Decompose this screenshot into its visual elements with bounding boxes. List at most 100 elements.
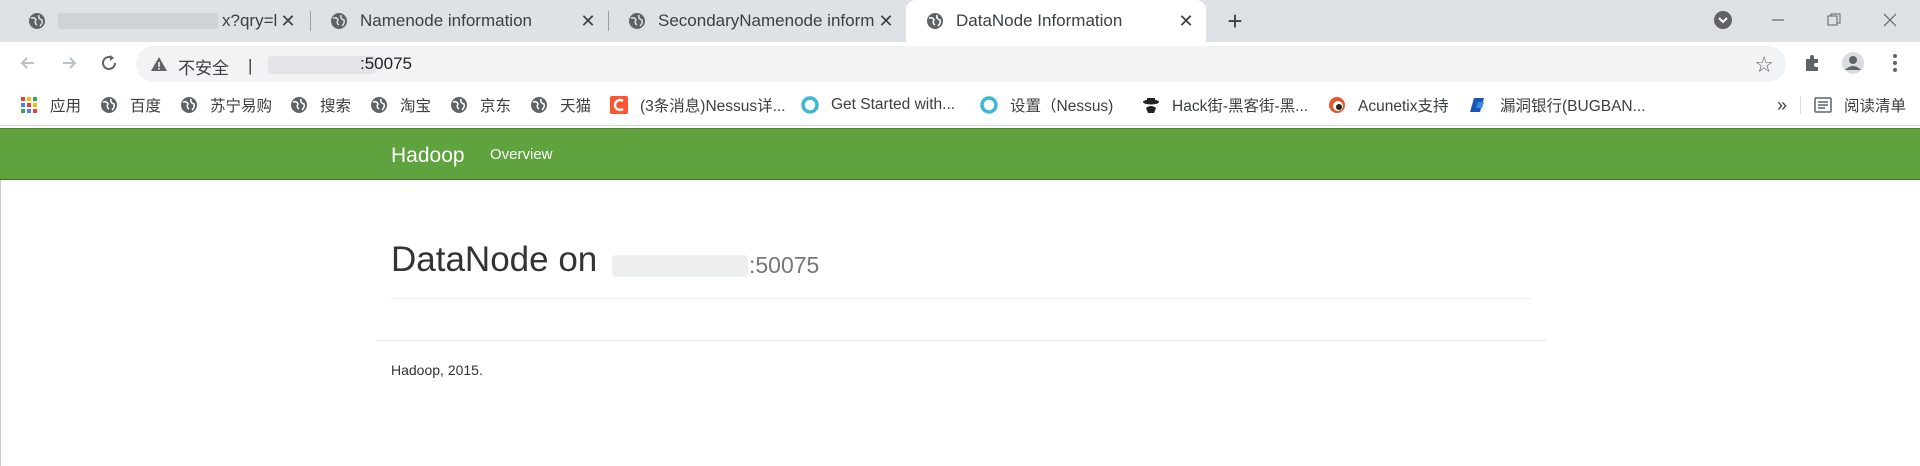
bookmark-get-started[interactable]: Get Started with... (801, 95, 955, 115)
globe-icon (101, 97, 117, 113)
bookmark-label: 天猫 (560, 98, 592, 115)
kebab-menu-icon (1893, 54, 1897, 72)
acunetix-icon (1329, 97, 1345, 113)
globe-icon (927, 13, 943, 29)
reading-list-button[interactable]: 阅读清单 (1814, 95, 1906, 115)
datanode-port: :50075 (749, 252, 820, 278)
bookmark-star-icon[interactable]: ☆ (1754, 52, 1774, 78)
globe-icon (451, 97, 467, 113)
bookmark-label: 应用 (50, 98, 82, 115)
arrow-right-icon (63, 57, 77, 69)
chevron-down-icon (1714, 11, 1732, 29)
tab-title: SecondaryNamenode information (658, 11, 874, 30)
bookmark-search[interactable]: 搜索 (290, 95, 351, 115)
globe-icon (371, 97, 387, 113)
restore-button[interactable] (1814, 6, 1854, 36)
globe-icon (629, 13, 645, 29)
restore-icon (1827, 13, 1841, 26)
csdn-icon (610, 96, 628, 114)
address-separator: | (248, 56, 253, 75)
new-tab-button[interactable]: + (1222, 8, 1248, 34)
tab-title: DataNode Information (956, 11, 1123, 30)
globe-icon (291, 97, 307, 113)
bookmark-label: (3条消息)Nessus详... (640, 98, 786, 115)
tab-datanode[interactable]: DataNode Information ✕ (906, 0, 1206, 42)
footer-divider (376, 340, 1546, 341)
blurred-tab-text (58, 13, 218, 29)
page-title: DataNode on (391, 240, 598, 279)
bookmarks-divider (1800, 96, 1801, 114)
page-footer: Hadoop, 2015. (391, 362, 483, 378)
security-label: 不安全 (178, 59, 229, 78)
reload-icon (102, 55, 116, 70)
tab-secondary-namenode[interactable]: SecondaryNamenode information ✕ (608, 0, 906, 42)
bookmark-acunetix[interactable]: Acunetix支持 (1328, 95, 1448, 115)
bookmark-label: 苏宁易购 (210, 98, 273, 115)
apps-grid-icon (21, 97, 37, 113)
globe-icon (29, 13, 45, 29)
title-divider (391, 298, 1532, 299)
bookmark-apps[interactable]: 应用 (20, 95, 81, 115)
bookmark-bugbank[interactable]: 漏洞银行(BUGBAN... (1470, 95, 1646, 115)
profile-button[interactable] (1840, 50, 1866, 76)
tab-title: x?qry=l (222, 11, 278, 30)
bookmarks-bar: 应用 百度 苏宁易购 搜索 淘宝 京东 天猫 (3条消息)Nessus详... … (0, 84, 1920, 126)
browser-toolbar: 不安全 | :50075 ☆ (0, 42, 1920, 84)
minimize-icon (1772, 19, 1784, 21)
forward-button[interactable] (56, 50, 82, 76)
globe-icon (181, 97, 197, 113)
close-icon[interactable]: ✕ (278, 11, 298, 31)
extensions-button[interactable] (1799, 50, 1825, 76)
tab-strip: x?qry=l ✕ Namenode information ✕ Seconda… (0, 0, 1920, 42)
bookmark-taobao[interactable]: 淘宝 (370, 95, 431, 115)
page-content (0, 180, 1920, 466)
bookmark-label: 设置（Nessus) (1010, 98, 1114, 115)
avatar-icon (1842, 52, 1864, 74)
bookmark-nessus-settings[interactable]: 设置（Nessus) (980, 95, 1113, 115)
bookmark-csdn-nessus[interactable]: (3条消息)Nessus详... (610, 95, 786, 115)
tab-search-dropdown-button[interactable] (1703, 4, 1743, 34)
navbar-brand[interactable]: Hadoop (391, 144, 465, 168)
address-port: :50075 (360, 54, 412, 73)
reload-button[interactable] (96, 50, 122, 76)
bookmark-label: 百度 (130, 98, 162, 115)
arrow-left-icon (20, 57, 34, 69)
tab-title: Namenode information (360, 11, 532, 30)
hadoop-navbar: Hadoop Overview (0, 128, 1920, 180)
back-button[interactable] (15, 50, 41, 76)
bookmark-label: Acunetix支持 (1358, 98, 1449, 115)
bookmark-suning[interactable]: 苏宁易购 (180, 95, 272, 115)
bookmark-label: 淘宝 (400, 98, 432, 115)
bookmark-tmall[interactable]: 天猫 (530, 95, 591, 115)
nessus-icon (801, 96, 819, 114)
close-icon[interactable]: ✕ (1176, 11, 1196, 31)
nessus-icon (980, 96, 998, 114)
bookmark-label: 搜索 (320, 98, 352, 115)
bookmark-label: Get Started with... (831, 96, 956, 113)
address-bar[interactable]: 不安全 | :50075 ☆ (136, 46, 1786, 82)
bookmark-label: Hack街-黑客街-黑... (1172, 98, 1309, 115)
tab-namenode[interactable]: Namenode information ✕ (310, 0, 608, 42)
minimize-button[interactable] (1758, 6, 1798, 36)
hacker-icon (1143, 98, 1159, 113)
puzzle-icon (1806, 55, 1818, 71)
menu-button[interactable] (1882, 50, 1908, 76)
reading-list-icon (1814, 97, 1832, 113)
close-icon[interactable]: ✕ (876, 11, 896, 31)
bookmark-hack-street[interactable]: Hack街-黑客街-黑... (1142, 95, 1308, 115)
bookmark-jd[interactable]: 京东 (450, 95, 511, 115)
tab-search[interactable]: x?qry=l ✕ (8, 0, 308, 42)
reading-list-label: 阅读清单 (1844, 98, 1907, 115)
bookmarks-overflow-button[interactable]: » (1777, 95, 1787, 115)
globe-icon (331, 13, 347, 29)
close-icon[interactable]: ✕ (578, 11, 598, 31)
bookmark-baidu[interactable]: 百度 (100, 95, 161, 115)
warning-icon (151, 57, 167, 71)
nav-overview[interactable]: Overview (490, 146, 553, 163)
globe-icon (531, 97, 547, 113)
close-window-button[interactable] (1870, 6, 1910, 36)
bookmark-label: 京东 (480, 98, 512, 115)
bugbank-icon (1470, 98, 1484, 112)
blurred-hostname (612, 255, 748, 277)
close-icon (1883, 13, 1897, 27)
